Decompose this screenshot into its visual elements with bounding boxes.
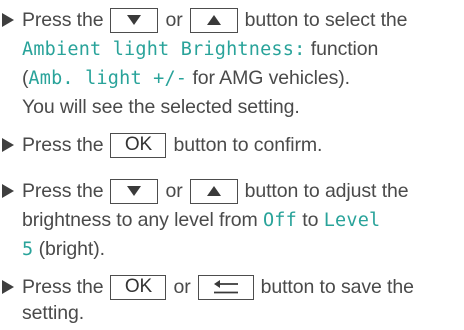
triangle-down-icon [127,15,142,25]
bullet-triangle-icon [2,184,14,198]
level-off: Off [262,209,297,231]
back-key-box [197,274,254,300]
step-1-function-word: function [305,37,379,60]
level-label: Level [323,209,381,231]
level-value: 5 [22,238,34,260]
down-key-box [110,178,159,204]
bullet-triangle-icon [2,13,14,27]
step-1-text-or: or [165,8,183,31]
up-key-box [189,178,238,204]
function-name: Ambient light Brightness: [22,38,306,60]
amg-function-name: Amb. light +/- [28,67,188,89]
triangle-down-icon [127,186,142,196]
step-1-result: You will see the selected setting. [22,95,300,118]
step-4-text-b: button to save the [260,275,414,298]
triangle-up-icon [206,15,221,25]
step-4-setting-text: setting. [22,301,85,324]
down-key-box [110,7,159,33]
step-1-text-b: button to select the [244,8,408,31]
bullet-triangle-icon [2,138,14,152]
triangle-up-icon [206,186,221,196]
step-1-amg-text: for AMG vehicles). [187,66,350,89]
step-4-text-or: or [173,275,191,298]
back-arrow-icon [213,280,238,294]
step-3-to: to [296,208,324,231]
up-key-box [189,7,238,33]
step-3-bright-text: (bright). [33,237,105,260]
step-2-text-b: button to confirm. [173,133,323,156]
step-3-text-a: Press the [22,179,104,202]
step-3-text-b: button to adjust the [244,179,409,202]
step-1-text-a: Press the [22,8,104,31]
ok-key-box: OK [110,274,167,300]
step-3-brightness-text: brightness to any level from [22,208,263,231]
step-2-text-a: Press the [22,133,104,156]
instruction-list: Press the or button to select the Ambien… [0,0,464,324]
step-3-text-or: or [165,179,183,202]
ok-key-box: OK [110,132,167,158]
bullet-triangle-icon [2,280,14,294]
